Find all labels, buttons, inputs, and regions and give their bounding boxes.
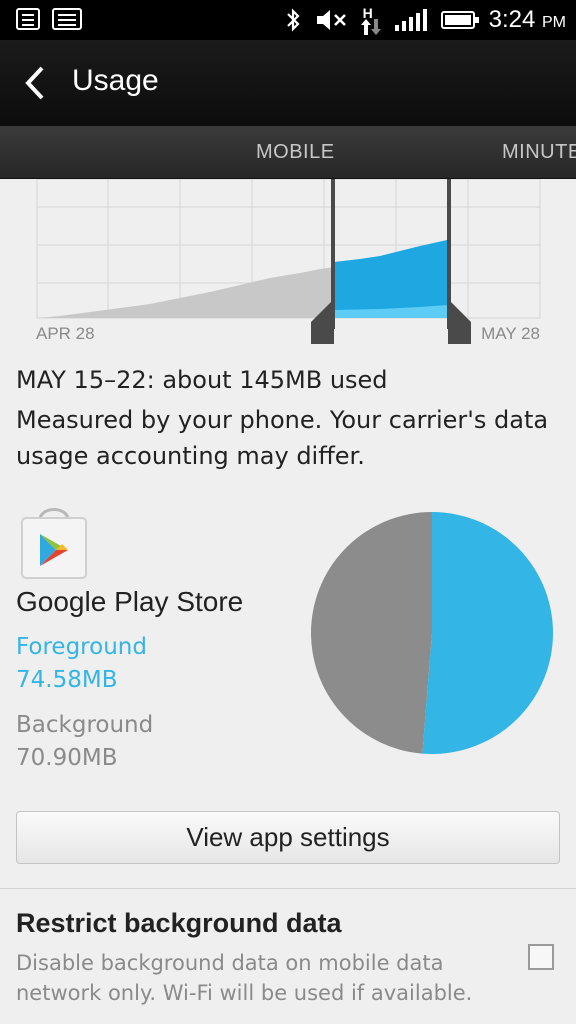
action-bar: Usage <box>0 40 576 126</box>
tab-mobile[interactable]: MOBILE <box>256 141 335 164</box>
usage-summary: MAY 15–22: about 145MB used <box>16 366 388 394</box>
background-value: 70.90MB <box>16 745 118 771</box>
usage-pie-chart <box>311 512 554 754</box>
image-icon <box>52 8 82 30</box>
tab-bar: MOBILE MINUTES <box>0 126 576 179</box>
tab-minutes[interactable]: MINUTES <box>502 141 576 164</box>
total-usage-area <box>37 267 334 318</box>
hspa-data-icon: H <box>360 5 381 35</box>
status-bar: H 3:24 PM <box>0 0 576 40</box>
restrict-background-description: Disable background data on mobile data n… <box>16 951 473 1005</box>
usage-chart: APR 28 MAY 28 <box>0 179 576 354</box>
range-handle-start[interactable] <box>311 179 335 344</box>
chart-end-label: MAY 28 <box>481 324 540 343</box>
chevron-left-icon <box>25 66 44 100</box>
page-title: Usage <box>72 64 159 97</box>
restrict-background-title: Restrict background data <box>16 908 342 938</box>
app-name: Google Play Store <box>16 586 244 617</box>
view-app-settings-button[interactable]: View app settings <box>16 811 560 864</box>
foreground-value: 74.58MB <box>16 667 118 693</box>
divider <box>0 888 576 889</box>
restrict-background-checkbox[interactable] <box>528 944 554 970</box>
pie-slice-foreground <box>422 512 554 754</box>
battery-icon <box>440 11 479 29</box>
foreground-label: Foreground <box>16 634 147 660</box>
usage-note: Measured by your phone. Your carrier's d… <box>16 406 549 470</box>
bluetooth-icon <box>286 8 300 32</box>
mute-icon <box>316 10 346 30</box>
signal-icon <box>394 9 427 31</box>
back-button[interactable] <box>18 58 68 108</box>
notes-icon <box>16 8 40 30</box>
status-time: 3:24 PM <box>488 6 566 33</box>
play-store-icon <box>16 504 92 580</box>
pie-slice-background <box>311 512 432 754</box>
chart-start-label: APR 28 <box>36 324 95 343</box>
range-handle-end[interactable] <box>447 179 471 344</box>
background-label: Background <box>16 712 154 738</box>
